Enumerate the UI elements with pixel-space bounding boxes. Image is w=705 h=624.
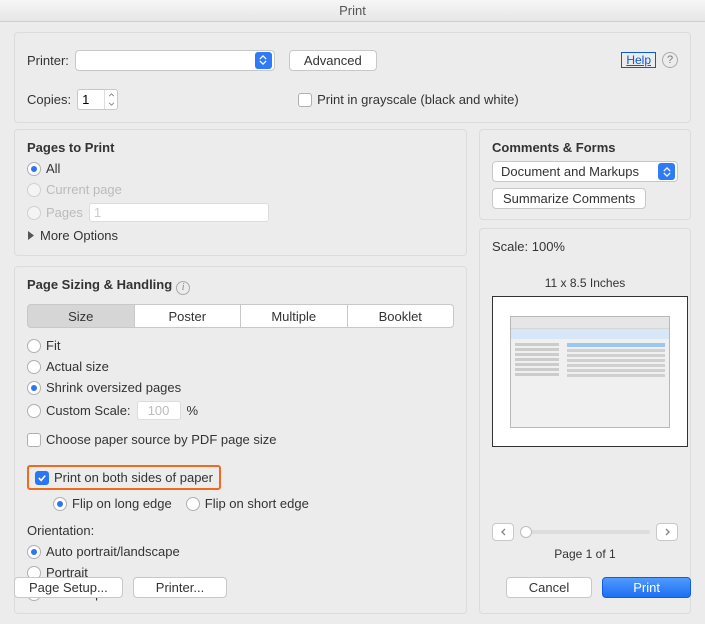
print-button[interactable]: Print: [602, 577, 691, 598]
pages-title: Pages to Print: [27, 140, 454, 155]
percent-label: %: [187, 403, 199, 418]
shrink-radio[interactable]: [27, 381, 41, 395]
fit-label: Fit: [46, 338, 60, 353]
sizing-panel: Page Sizing & Handling i Size Poster Mul…: [14, 266, 467, 614]
preview-page-icon: [510, 316, 670, 428]
sizing-tabs: Size Poster Multiple Booklet: [27, 304, 454, 328]
pages-range-radio: [27, 206, 41, 220]
advanced-button[interactable]: Advanced: [289, 50, 377, 71]
header-panel: Printer: Advanced Help ? Copies:: [14, 32, 691, 123]
orientation-label: Orientation:: [27, 523, 454, 538]
pages-range-input: [89, 203, 269, 222]
tab-booklet[interactable]: Booklet: [348, 304, 455, 328]
orientation-auto-label: Auto portrait/landscape: [46, 544, 180, 559]
summarize-button[interactable]: Summarize Comments: [492, 188, 646, 209]
info-icon[interactable]: i: [176, 281, 190, 295]
help-link[interactable]: Help: [621, 52, 656, 68]
sizing-title: Page Sizing & Handling: [27, 277, 172, 292]
pages-all-label: All: [46, 161, 60, 176]
grayscale-checkbox[interactable]: [298, 93, 312, 107]
flip-long-radio[interactable]: [53, 497, 67, 511]
page-slider[interactable]: [520, 530, 650, 534]
duplex-checkbox[interactable]: [35, 471, 49, 485]
tab-multiple[interactable]: Multiple: [241, 304, 348, 328]
custom-radio[interactable]: [27, 404, 41, 418]
actual-radio[interactable]: [27, 360, 41, 374]
copies-stepper[interactable]: [77, 89, 118, 110]
actual-label: Actual size: [46, 359, 109, 374]
comments-panel: Comments & Forms Document and Markups Su…: [479, 129, 691, 220]
custom-label: Custom Scale:: [46, 403, 131, 418]
printer-button[interactable]: Printer...: [133, 577, 227, 598]
preview-area: [492, 296, 688, 447]
custom-scale-input: [137, 401, 181, 420]
pages-all-radio[interactable]: [27, 162, 41, 176]
choose-paper-checkbox[interactable]: [27, 433, 41, 447]
stepper-up-icon[interactable]: [105, 90, 117, 100]
pages-panel: Pages to Print All Current page Pages Mo…: [14, 129, 467, 256]
scale-label: Scale: 100%: [492, 239, 678, 254]
copies-label: Copies:: [27, 92, 71, 107]
prev-page-button[interactable]: [492, 523, 514, 541]
comments-select[interactable]: Document and Markups: [492, 161, 678, 182]
page-setup-button[interactable]: Page Setup...: [14, 577, 123, 598]
page-indicator: Page 1 of 1: [492, 547, 678, 561]
window-title: Print: [0, 0, 705, 22]
flip-long-label: Flip on long edge: [72, 496, 172, 511]
printer-select[interactable]: [75, 50, 275, 71]
orientation-auto-radio[interactable]: [27, 545, 41, 559]
tab-poster[interactable]: Poster: [135, 304, 242, 328]
flip-short-label: Flip on short edge: [205, 496, 309, 511]
choose-paper-label: Choose paper source by PDF page size: [46, 432, 277, 447]
footer: Page Setup... Printer... Cancel Print: [14, 577, 691, 598]
fit-radio[interactable]: [27, 339, 41, 353]
dims-label: 11 x 8.5 Inches: [492, 276, 678, 290]
printer-label: Printer:: [27, 53, 69, 68]
pages-current-radio: [27, 183, 41, 197]
more-options-disclosure[interactable]: More Options: [27, 228, 118, 243]
pages-range-label: Pages: [46, 205, 83, 220]
stepper-down-icon[interactable]: [105, 100, 117, 110]
tab-size[interactable]: Size: [27, 304, 135, 328]
grayscale-label: Print in grayscale (black and white): [317, 92, 519, 107]
next-page-button[interactable]: [656, 523, 678, 541]
preview-panel: Scale: 100% 11 x 8.5 Inches: [479, 228, 691, 614]
shrink-label: Shrink oversized pages: [46, 380, 181, 395]
duplex-label: Print on both sides of paper: [54, 470, 213, 485]
comments-title: Comments & Forms: [492, 140, 678, 155]
help-icon[interactable]: ?: [662, 52, 678, 68]
disclosure-right-icon: [27, 231, 35, 240]
flip-short-radio[interactable]: [186, 497, 200, 511]
duplex-highlight: Print on both sides of paper: [27, 465, 221, 490]
pages-current-label: Current page: [46, 182, 122, 197]
cancel-button[interactable]: Cancel: [506, 577, 592, 598]
